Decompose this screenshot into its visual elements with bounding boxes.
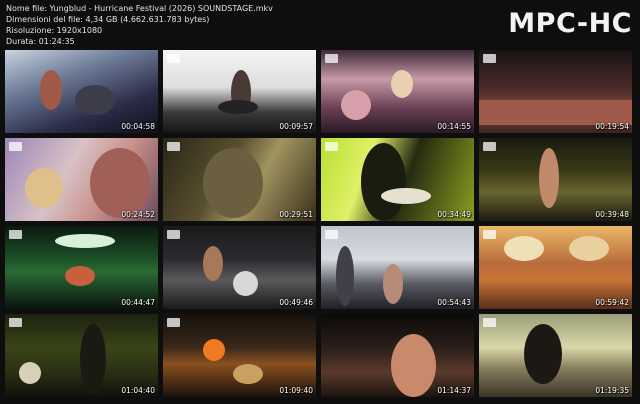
channel-logo (483, 318, 496, 327)
timestamp: 00:34:49 (437, 210, 471, 219)
channel-logo (325, 230, 338, 239)
timestamp: 01:09:40 (279, 386, 313, 395)
timestamp: 01:04:40 (121, 386, 155, 395)
thumbnail-11: 00:54:43 (321, 226, 474, 309)
timestamp: 00:54:43 (437, 298, 471, 307)
timestamp: 00:24:52 (121, 210, 155, 219)
channel-logo (9, 142, 22, 151)
timestamp: 00:19:54 (595, 122, 629, 131)
channel-logo (325, 142, 338, 151)
thumbnail-image (163, 50, 316, 133)
timestamp: 00:59:42 (595, 298, 629, 307)
thumbnail-image (321, 314, 474, 397)
thumbnail-image (321, 50, 474, 133)
channel-logo (325, 54, 338, 63)
timestamp: 00:14:55 (437, 122, 471, 131)
thumbnail-10: 00:49:46 (163, 226, 316, 309)
timestamp: 01:14:37 (437, 386, 471, 395)
thumbnail-image (5, 314, 158, 397)
thumbnail-image (5, 226, 158, 309)
thumbnail-7: 00:34:49 (321, 138, 474, 221)
thumbnail-image (321, 226, 474, 309)
thumbnail-3: 00:14:55 (321, 50, 474, 133)
thumbnail-12: 00:59:42 (479, 226, 632, 309)
mpc-hc-logo: MPC-HC (508, 8, 632, 39)
thumbnail-grid: 00:04:58 00:09:57 00:14:55 00:19:54 00:2… (5, 50, 632, 397)
thumbnail-image (5, 50, 158, 133)
timestamp: 00:29:51 (279, 210, 313, 219)
thumbnail-2: 00:09:57 (163, 50, 316, 133)
thumbnail-image (163, 314, 316, 397)
channel-logo (483, 142, 496, 151)
timestamp: 00:09:57 (279, 122, 313, 131)
thumbnail-8: 00:39:48 (479, 138, 632, 221)
channel-logo (167, 54, 180, 63)
thumbnail-image (479, 138, 632, 221)
timestamp: 00:44:47 (121, 298, 155, 307)
thumbnail-1: 00:04:58 (5, 50, 158, 133)
thumbnail-image (479, 50, 632, 133)
thumbnail-15: 01:14:37 (321, 314, 474, 397)
thumbnail-13: 01:04:40 (5, 314, 158, 397)
thumbnail-16: 01:19:35 (479, 314, 632, 397)
file-name-line: Nome file: Yungblud - Hurricane Festival… (6, 4, 273, 13)
thumbnail-image (479, 226, 632, 309)
file-info: Nome file: Yungblud - Hurricane Festival… (6, 3, 273, 47)
thumbnail-image (321, 138, 474, 221)
channel-logo (483, 54, 496, 63)
channel-logo (167, 318, 180, 327)
timestamp: 00:39:48 (595, 210, 629, 219)
thumbnail-image (5, 138, 158, 221)
channel-logo (9, 230, 22, 239)
thumbnail-14: 01:09:40 (163, 314, 316, 397)
thumbnail-9: 00:44:47 (5, 226, 158, 309)
channel-logo (167, 142, 180, 151)
thumbnail-image (479, 314, 632, 397)
file-size-line: Dimensioni del file: 4,34 GB (4.662.631.… (6, 15, 210, 24)
timestamp: 00:04:58 (121, 122, 155, 131)
channel-logo (483, 230, 496, 239)
duration-line: Durata: 01:24:35 (6, 37, 75, 46)
thumbnail-image (163, 226, 316, 309)
timestamp: 01:19:35 (595, 386, 629, 395)
thumbnail-5: 00:24:52 (5, 138, 158, 221)
resolution-line: Risoluzione: 1920x1080 (6, 26, 103, 35)
thumbnail-4: 00:19:54 (479, 50, 632, 133)
thumbnail-6: 00:29:51 (163, 138, 316, 221)
channel-logo (167, 230, 180, 239)
timestamp: 00:49:46 (279, 298, 313, 307)
thumbnail-image (163, 138, 316, 221)
channel-logo (9, 318, 22, 327)
